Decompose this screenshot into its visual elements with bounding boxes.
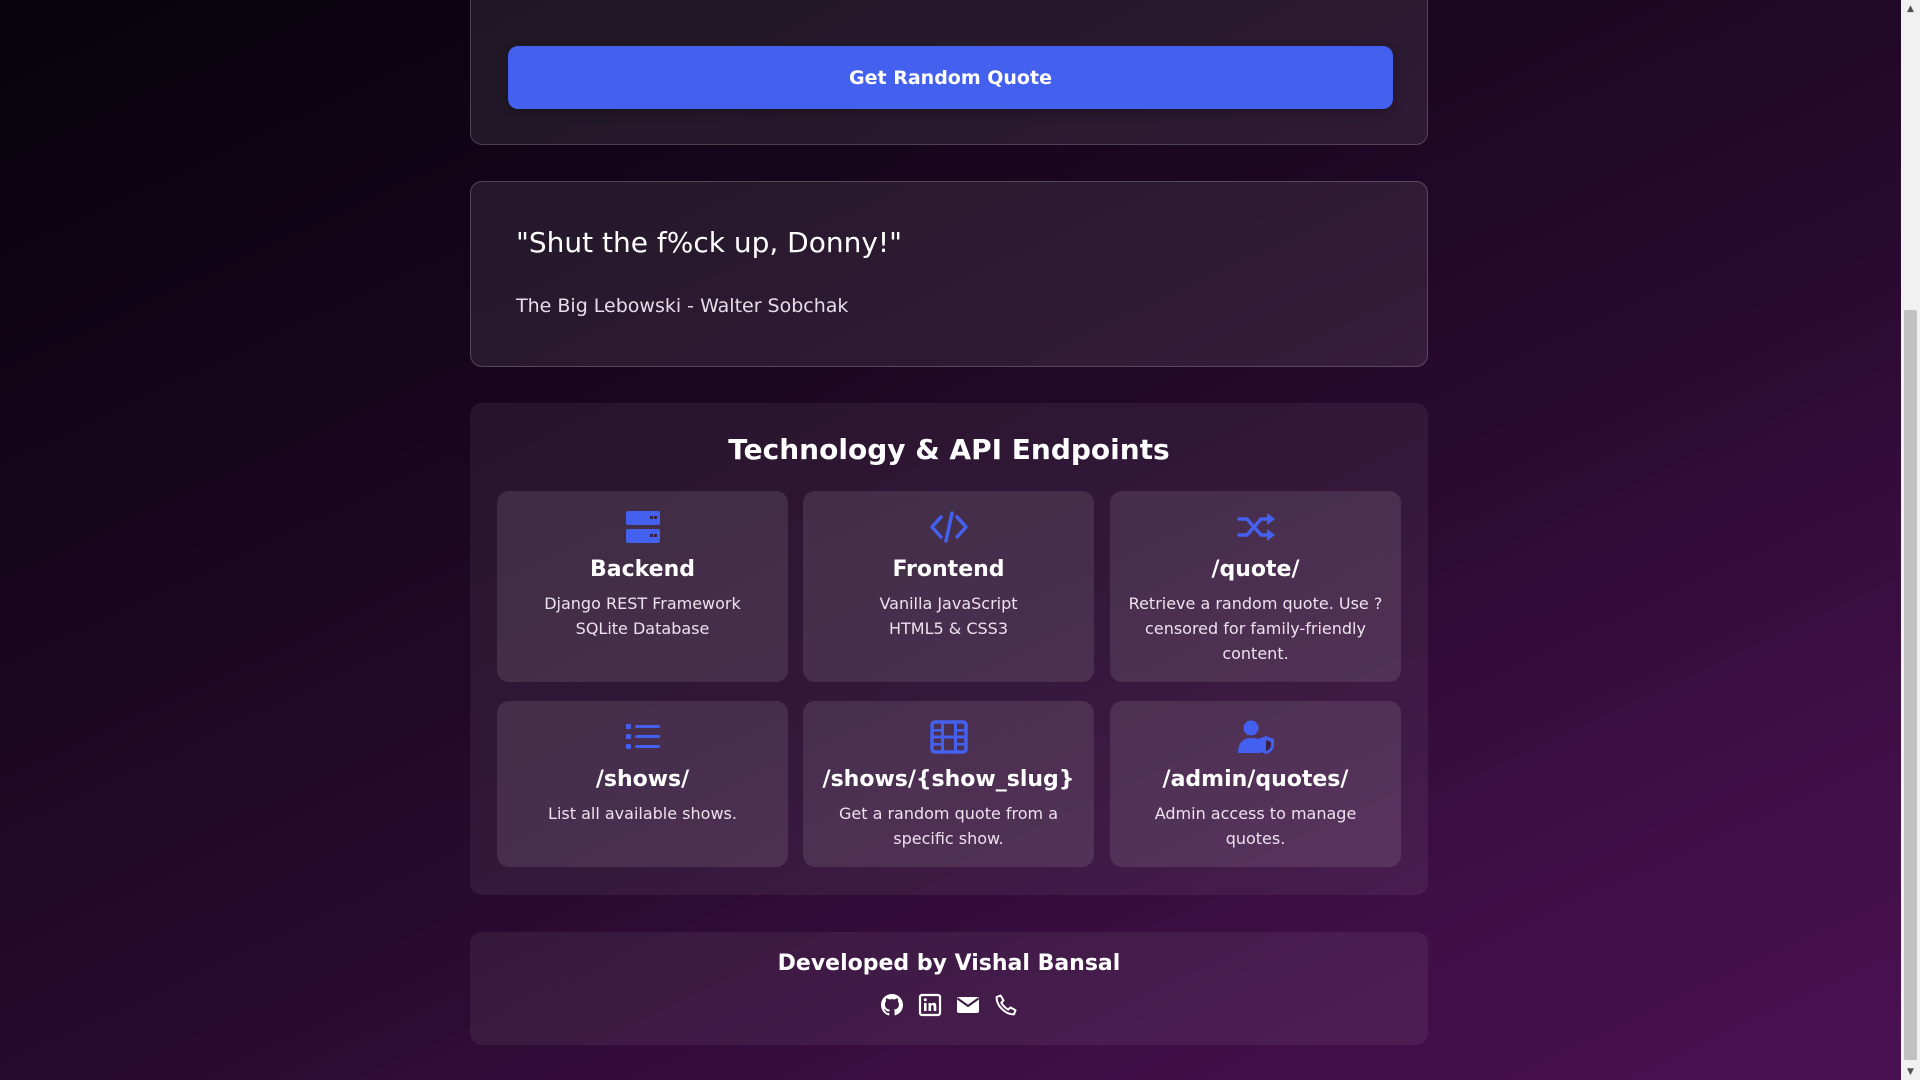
card-title: /shows/ <box>595 767 690 792</box>
shuffle-icon <box>1110 509 1401 547</box>
github-icon[interactable] <box>879 992 905 1018</box>
scroll-thumb[interactable] <box>1904 310 1917 1060</box>
card-title: Frontend <box>892 557 1005 582</box>
linkedin-icon[interactable] <box>917 992 943 1018</box>
footer: Developed by Vishal Bansal <box>470 932 1428 1045</box>
list-icon <box>497 719 788 757</box>
card-admin-endpoint: /admin/quotes/ Admin access to manage qu… <box>1110 701 1401 867</box>
tech-section: Technology & API Endpoints Backend Djang… <box>470 403 1428 895</box>
card-description: Get a random quote from a specific show. <box>838 804 1059 848</box>
card-title: /admin/quotes/ <box>1162 767 1349 792</box>
card-description: List all available shows. <box>548 804 737 823</box>
card-frontend: Frontend Vanilla JavaScript HTML5 & CSS3 <box>803 491 1094 682</box>
card-line: Vanilla JavaScript <box>879 594 1018 613</box>
quote-card: "Shut the f%ck up, Donny!" The Big Lebow… <box>470 181 1428 367</box>
card-backend: Backend Django REST Framework SQLite Dat… <box>497 491 788 682</box>
scroll-down-arrow[interactable]: ▼ <box>1901 1063 1920 1080</box>
card-line: HTML5 & CSS3 <box>888 619 1008 638</box>
card-quote-endpoint: /quote/ Retrieve a random quote. Use ?ce… <box>1110 491 1401 682</box>
card-title: /quote/ <box>1211 557 1300 582</box>
card-description: Vanilla JavaScript HTML5 & CSS3 <box>817 591 1080 641</box>
email-icon[interactable] <box>955 992 981 1018</box>
card-show-slug-endpoint: /shows/{show_slug} Get a random quote fr… <box>803 701 1094 867</box>
film-icon <box>803 719 1094 757</box>
card-shows-endpoint: /shows/ List all available shows. <box>497 701 788 867</box>
scrollbar[interactable]: ▲ ▼ <box>1901 0 1920 1080</box>
quote-source: The Big Lebowski - Walter Sobchak <box>516 295 849 317</box>
scroll-up-arrow[interactable]: ▲ <box>1901 0 1920 17</box>
footer-credit: Developed by Vishal Bansal <box>777 951 1121 976</box>
server-icon <box>497 509 788 547</box>
controls-panel: Get Random Quote <box>470 0 1428 145</box>
social-links <box>470 992 1428 1018</box>
phone-icon[interactable] <box>993 992 1019 1018</box>
card-title: /shows/{show_slug} <box>822 767 1075 792</box>
user-shield-icon <box>1110 719 1401 757</box>
card-description: Admin access to manage quotes. <box>1154 804 1357 848</box>
card-title: Backend <box>589 557 696 582</box>
card-description: Retrieve a random quote. Use ?censored f… <box>1128 594 1383 663</box>
get-random-quote-button[interactable]: Get Random Quote <box>508 46 1393 109</box>
code-icon <box>803 509 1094 547</box>
quote-text: "Shut the f%ck up, Donny!" <box>516 226 903 259</box>
card-description: Django REST Framework SQLite Database <box>511 591 774 641</box>
card-line: Django REST Framework <box>544 594 741 613</box>
tech-section-title: Technology & API Endpoints <box>728 433 1170 466</box>
card-line: SQLite Database <box>575 619 710 638</box>
